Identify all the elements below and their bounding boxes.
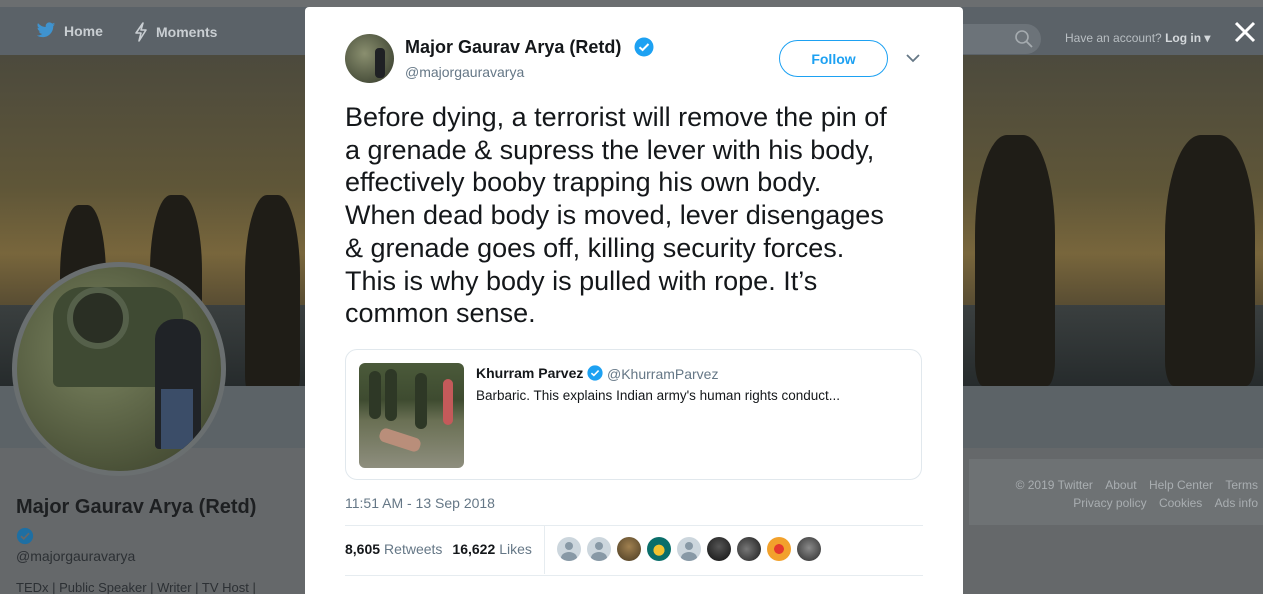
likes-label[interactable]: Likes	[499, 541, 532, 557]
verified-icon	[634, 37, 654, 57]
quoted-tweet-image	[359, 363, 464, 468]
soldier-silhouette	[975, 135, 1055, 386]
author-avatar-figure	[375, 48, 385, 78]
chevron-down-icon[interactable]: ▾	[1204, 31, 1210, 45]
footer-link-about[interactable]: About	[1105, 478, 1136, 492]
liker-avatar[interactable]	[797, 537, 821, 561]
footer-copyright: © 2019 Twitter	[1015, 478, 1093, 492]
nav-home-label: Home	[64, 22, 103, 39]
liker-avatar[interactable]	[767, 537, 791, 561]
tweet-text: Before dying, a terrorist will remove th…	[345, 102, 887, 329]
author-name[interactable]: Major Gaurav Arya (Retd)	[405, 37, 621, 58]
liker-avatar[interactable]	[557, 537, 581, 561]
figure-shape	[385, 369, 397, 421]
footer-row-2: Privacy policy Cookies Ads info	[978, 494, 1258, 512]
liker-avatars	[557, 537, 821, 561]
ground-figure-shape	[377, 426, 423, 454]
figure-shape	[415, 373, 427, 429]
footer-link-cookies[interactable]: Cookies	[1159, 496, 1202, 510]
footer-link-privacy[interactable]: Privacy policy	[1073, 496, 1146, 510]
liker-avatar[interactable]	[617, 537, 641, 561]
verified-icon	[16, 527, 34, 545]
tweet-modal: Major Gaurav Arya (Retd) @majorgauravary…	[305, 7, 963, 594]
search-icon[interactable]	[1014, 29, 1034, 49]
footer-link-ads[interactable]: Ads info	[1215, 496, 1258, 510]
footer-links: © 2019 Twitter About Help Center Terms P…	[978, 476, 1258, 512]
liker-avatar[interactable]	[587, 537, 611, 561]
verified-icon	[587, 365, 603, 381]
quoted-author-name: Khurram Parvez	[476, 365, 584, 381]
quoted-author-handle: @KhurramParvez	[607, 366, 719, 382]
nav-home[interactable]: Home	[36, 22, 103, 39]
footer-link-help[interactable]: Help Center	[1149, 478, 1213, 492]
nav-moments[interactable]: Moments	[134, 22, 217, 42]
divider	[345, 525, 923, 526]
author-handle[interactable]: @majorgauravarya	[405, 64, 524, 80]
bird-icon	[36, 22, 56, 38]
profile-avatar[interactable]	[12, 262, 226, 476]
quoted-tweet[interactable]: Khurram Parvez @KhurramParvez Barbaric. …	[345, 349, 922, 480]
author-avatar[interactable]	[345, 34, 394, 83]
tank-barrel-shape	[67, 287, 129, 349]
person-legs-shape	[161, 389, 193, 449]
footer-row-1: © 2019 Twitter About Help Center Terms	[978, 476, 1258, 494]
lightning-icon	[135, 22, 147, 42]
tweet-stats: 8,605 Retweets 16,622 Likes	[345, 541, 532, 557]
liker-avatar[interactable]	[647, 537, 671, 561]
figure-shape	[369, 371, 381, 419]
liker-avatar[interactable]	[707, 537, 731, 561]
quoted-tweet-text: Barbaric. This explains Indian army's hu…	[476, 388, 840, 403]
retweets-label[interactable]: Retweets	[384, 541, 442, 557]
profile-bio: TEDx | Public Speaker | Writer | TV Host…	[16, 580, 256, 594]
liker-avatar[interactable]	[677, 537, 701, 561]
stats-separator	[544, 526, 545, 574]
account-prompt: Have an account? Log in ▾	[1065, 31, 1210, 45]
divider	[345, 575, 923, 576]
profile-handle: @majorgauravarya	[16, 548, 136, 564]
retweets-count[interactable]: 8,605	[345, 541, 380, 557]
nav-moments-label: Moments	[156, 24, 218, 40]
profile-name: Major Gaurav Arya (Retd)	[16, 496, 257, 518]
likes-count[interactable]: 16,622	[452, 541, 495, 557]
account-prefix: Have an account?	[1065, 31, 1162, 45]
soldier-silhouette	[1165, 135, 1255, 386]
figure-shape	[443, 379, 453, 425]
login-label[interactable]: Log in	[1165, 31, 1201, 45]
liker-avatar[interactable]	[737, 537, 761, 561]
soldier-silhouette	[245, 195, 300, 386]
follow-button[interactable]: Follow	[779, 40, 888, 77]
tweet-timestamp[interactable]: 11:51 AM - 13 Sep 2018	[345, 495, 495, 511]
close-icon[interactable]	[1232, 19, 1258, 45]
login-link[interactable]: Log in ▾	[1165, 31, 1210, 45]
footer-link-terms[interactable]: Terms	[1225, 478, 1258, 492]
chevron-down-icon[interactable]	[905, 52, 921, 64]
